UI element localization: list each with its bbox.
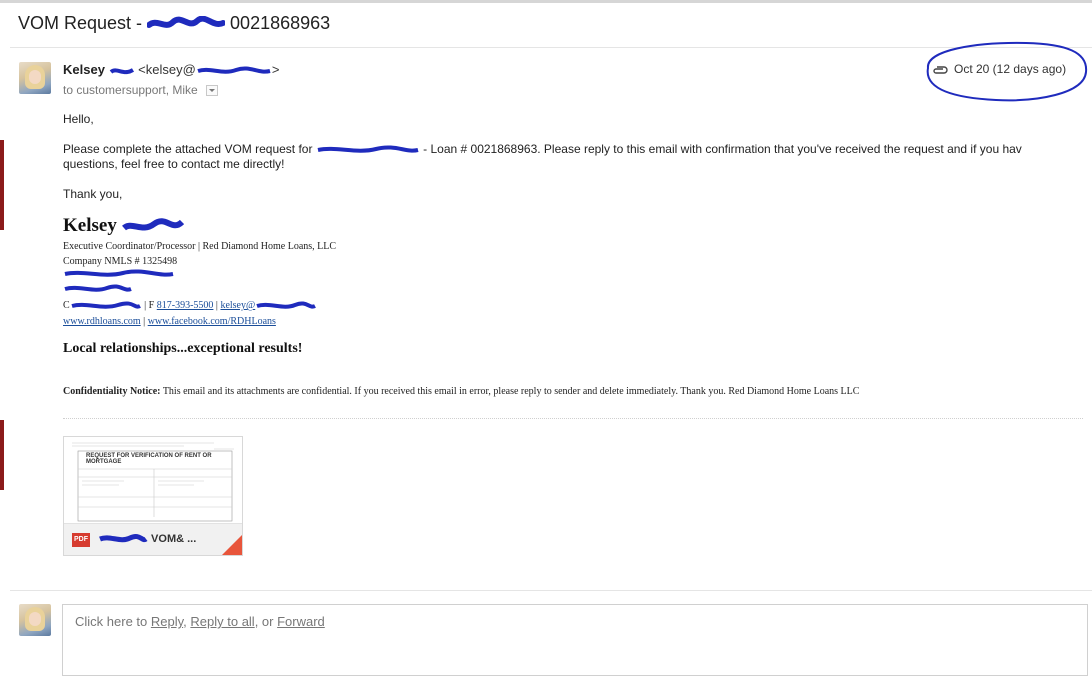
sender-email-end: > bbox=[271, 62, 280, 77]
attachment-filename-text: VOM& ... bbox=[148, 533, 197, 545]
contact-separator: | F bbox=[141, 300, 157, 311]
attachment-corner-fold bbox=[222, 535, 242, 555]
redaction-scribble-address bbox=[64, 269, 174, 277]
sender-avatar[interactable] bbox=[19, 62, 51, 94]
recipients-line: to customersupport, Mike bbox=[63, 83, 218, 97]
document-thumbnail-lines bbox=[72, 442, 234, 522]
thanks-line: Thank you, bbox=[63, 187, 123, 201]
redaction-scribble bbox=[317, 145, 419, 153]
current-user-avatar bbox=[19, 604, 51, 636]
attachments-divider bbox=[63, 418, 1083, 419]
reply-divider bbox=[10, 590, 1092, 591]
redaction-scribble bbox=[121, 217, 184, 231]
left-edge-decoration bbox=[0, 420, 4, 490]
sender-name[interactable]: Kelsey bbox=[63, 62, 105, 77]
email-subject: VOM Request - 0021868963 bbox=[18, 13, 330, 34]
subject-suffix: 0021868963 bbox=[225, 13, 331, 33]
signature-contact-line: C | F 817-393-5500 | kelsey@ bbox=[63, 300, 317, 311]
signature-email-link[interactable]: kelsey@ bbox=[220, 300, 255, 311]
details-dropdown-button[interactable] bbox=[205, 85, 218, 97]
sender-line: Kelsey <kelsey@ > bbox=[63, 62, 279, 77]
body-line2: questions, feel free to contact me direc… bbox=[63, 157, 285, 171]
forward-link[interactable]: Forward bbox=[277, 614, 325, 629]
signature-nmls: Company NMLS # 1325498 bbox=[63, 256, 178, 267]
redaction-scribble bbox=[109, 67, 134, 74]
pdf-attachment-card[interactable]: REQUEST FOR VERIFICATION OF RENT OR MORT… bbox=[63, 436, 243, 556]
body-line1-end: - Loan # 0021868963. Please reply to thi… bbox=[419, 142, 1022, 156]
pdf-icon: PDF bbox=[72, 533, 90, 547]
reply-separator: , or bbox=[254, 614, 278, 629]
reply-all-link[interactable]: Reply to all bbox=[190, 614, 254, 629]
confidentiality-label: Confidentiality Notice: bbox=[63, 386, 161, 397]
body-line1-start: Please complete the attached VOM request… bbox=[63, 142, 313, 156]
redaction-scribble bbox=[99, 534, 148, 543]
signature-name: Kelsey bbox=[63, 215, 184, 237]
redaction-scribble bbox=[71, 301, 141, 309]
signature-tagline: Local relationships...exceptional result… bbox=[63, 341, 303, 356]
window-top-edge bbox=[0, 0, 1092, 3]
reply-prompt: Click here to Reply, Reply to all, or Fo… bbox=[75, 614, 325, 629]
body-paragraph: Please complete the attached VOM request… bbox=[63, 142, 1022, 172]
signature-first-name: Kelsey bbox=[63, 215, 117, 236]
avatar-face bbox=[29, 70, 41, 84]
header-divider bbox=[10, 47, 1092, 48]
sender-email-start: <kelsey@ bbox=[138, 62, 196, 77]
redaction-scribble bbox=[197, 66, 271, 74]
avatar-face bbox=[29, 612, 41, 626]
confidentiality-text: This email and its attachments are confi… bbox=[160, 386, 860, 397]
signature-title: Executive Coordinator/Processor | Red Di… bbox=[63, 241, 337, 252]
left-edge-decoration bbox=[0, 140, 4, 230]
fax-number-link[interactable]: 817-393-5500 bbox=[157, 300, 214, 311]
redaction-scribble bbox=[147, 16, 226, 29]
subject-prefix: VOM Request - bbox=[18, 13, 148, 33]
email-date: Oct 20 (12 days ago) bbox=[932, 62, 1066, 76]
web-separator: | bbox=[140, 316, 148, 327]
contact-cell-label: C bbox=[63, 300, 70, 311]
reply-prompt-prefix: Click here to bbox=[75, 614, 151, 629]
facebook-link[interactable]: www.facebook.com/RDHLoans bbox=[148, 316, 276, 327]
attachment-filename: VOM& ... bbox=[98, 533, 196, 545]
website-link[interactable]: www.rdhloans.com bbox=[63, 316, 141, 327]
confidentiality-notice: Confidentiality Notice: This email and i… bbox=[63, 386, 859, 397]
attachment-preview: REQUEST FOR VERIFICATION OF RENT OR MORT… bbox=[64, 437, 242, 523]
attachment-preview-title: REQUEST FOR VERIFICATION OF RENT OR MORT… bbox=[86, 453, 212, 465]
redaction-scribble-city bbox=[64, 284, 132, 292]
date-text: Oct 20 (12 days ago) bbox=[954, 62, 1067, 76]
paperclip-icon bbox=[933, 66, 948, 74]
recipients-text: to customersupport, Mike bbox=[63, 83, 198, 97]
reply-box[interactable]: Click here to Reply, Reply to all, or Fo… bbox=[62, 604, 1088, 676]
reply-link[interactable]: Reply bbox=[151, 614, 183, 629]
redaction-scribble bbox=[256, 301, 317, 309]
greeting: Hello, bbox=[63, 112, 94, 126]
signature-web-line: www.rdhloans.com | www.facebook.com/RDHL… bbox=[63, 316, 276, 327]
